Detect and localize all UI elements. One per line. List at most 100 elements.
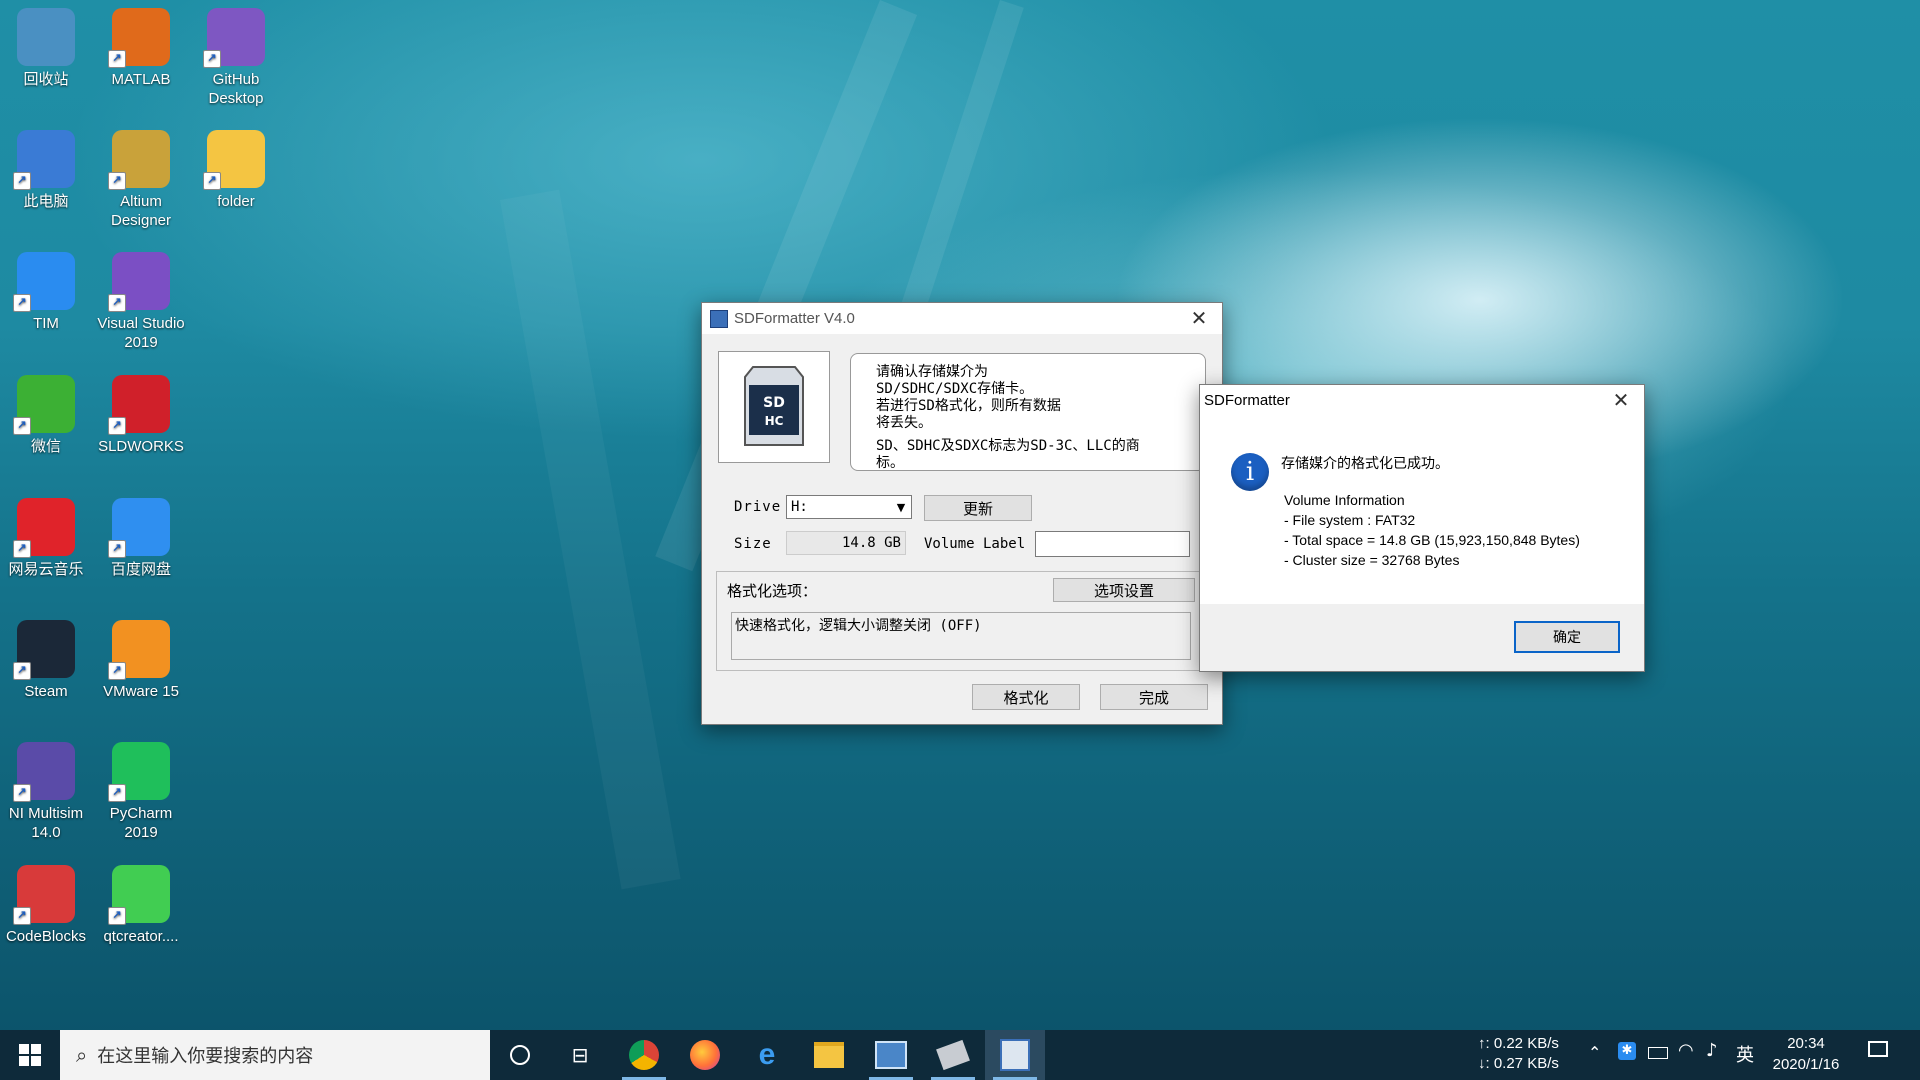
- info-file-system: - File system : FAT32: [1284, 512, 1416, 528]
- notification-icon[interactable]: [1868, 1041, 1888, 1057]
- shortcut-arrow-icon: ↗: [13, 172, 31, 190]
- desktop-icon[interactable]: ↗ 微信: [0, 375, 92, 456]
- shortcut-arrow-icon: ↗: [108, 294, 126, 312]
- cortana-icon[interactable]: [500, 1030, 540, 1080]
- sd-card-image: SD HC: [718, 351, 830, 463]
- options-settings-button[interactable]: 选项设置: [1053, 578, 1195, 602]
- app-icon: ↗: [13, 742, 75, 802]
- desktop-icon[interactable]: ↗ NI Multisim 14.0: [0, 742, 92, 842]
- volume-icon[interactable]: ♪: [1706, 1040, 1718, 1061]
- desktop-icon[interactable]: 回收站: [0, 8, 92, 89]
- dialog-titlebar[interactable]: SDFormatter ✕: [1200, 385, 1644, 416]
- info-title: Volume Information: [1284, 492, 1405, 508]
- app-icon: ↗: [13, 620, 75, 680]
- info-icon: i: [1231, 453, 1269, 491]
- ok-button[interactable]: 确定: [1514, 621, 1620, 653]
- desktop-icon[interactable]: ↗ 网易云音乐: [0, 498, 92, 579]
- app-icon: ↗: [108, 742, 170, 802]
- app-icon: ↗: [108, 620, 170, 680]
- drive-select[interactable]: H: ▼: [786, 495, 912, 519]
- network-speed: ↑: 0.22 KB/s ↓: 0.27 KB/s: [1478, 1034, 1559, 1074]
- success-dialog: SDFormatter ✕ i 存储媒介的格式化已成功。 Volume Info…: [1199, 384, 1645, 672]
- shortcut-arrow-icon: ↗: [108, 784, 126, 802]
- taskbar-edge-icon[interactable]: e: [737, 1030, 797, 1080]
- format-button[interactable]: 格式化: [972, 684, 1080, 710]
- close-icon[interactable]: ✕: [1176, 303, 1222, 334]
- drive-value: H:: [791, 499, 808, 515]
- desktop-icon[interactable]: ↗ folder: [190, 130, 282, 211]
- app-icon: ↗: [108, 375, 170, 435]
- desktop-icon-label: Steam: [24, 683, 68, 700]
- window-title: SDFormatter V4.0: [734, 310, 855, 327]
- chevron-up-icon[interactable]: ⌃: [1588, 1043, 1601, 1062]
- search-placeholder: 在这里输入你要搜索的内容: [97, 1046, 314, 1067]
- taskbar-sdformatter-icon[interactable]: [985, 1030, 1045, 1080]
- taskbar-app-icon[interactable]: [923, 1030, 983, 1080]
- desktop-icon[interactable]: ↗ 百度网盘: [95, 498, 187, 579]
- close-icon[interactable]: ✕: [1598, 385, 1644, 416]
- taskbar-chrome-icon[interactable]: [614, 1030, 674, 1080]
- desktop-icon[interactable]: ↗ 此电脑: [0, 130, 92, 211]
- desktop-icon[interactable]: ↗ SLDWORKS: [95, 375, 187, 456]
- refresh-button[interactable]: 更新: [924, 495, 1032, 521]
- tim-tray-icon[interactable]: ✱: [1618, 1042, 1636, 1060]
- desktop-icon[interactable]: ↗ Visual Studio 2019: [95, 252, 187, 352]
- shortcut-arrow-icon: ↗: [13, 294, 31, 312]
- clock[interactable]: 20:34 2020/1/16: [1768, 1033, 1844, 1075]
- options-group: 格式化选项： 选项设置 快速格式化，逻辑大小调整关闭 (OFF): [716, 571, 1206, 671]
- shortcut-arrow-icon: ↗: [13, 907, 31, 925]
- app-icon: ↗: [108, 252, 170, 312]
- taskbar-firefox-icon[interactable]: [675, 1030, 735, 1080]
- ime-indicator[interactable]: 英: [1736, 1041, 1754, 1067]
- options-text: 快速格式化，逻辑大小调整关闭 (OFF): [731, 612, 1191, 660]
- desktop-icon[interactable]: ↗ GitHub Desktop: [190, 8, 282, 108]
- dialog-title: SDFormatter: [1204, 392, 1290, 409]
- desktop-icon-label: TIM: [33, 315, 59, 332]
- shortcut-arrow-icon: ↗: [108, 417, 126, 435]
- desktop-icon[interactable]: ↗ MATLAB: [95, 8, 187, 89]
- desktop-icon[interactable]: ↗ Altium Designer: [95, 130, 187, 230]
- info-total-space: - Total space = 14.8 GB (15,923,150,848 …: [1284, 532, 1580, 548]
- desktop-icon-label: NI Multisim 14.0: [8, 805, 84, 841]
- notice-box: 请确认存储媒介为 SD/SDHC/SDXC存储卡。 若进行SD格式化，则所有数据…: [850, 353, 1206, 471]
- app-icon: ↗: [203, 130, 265, 190]
- shortcut-arrow-icon: ↗: [13, 417, 31, 435]
- shortcut-arrow-icon: ↗: [108, 540, 126, 558]
- desktop-icon-label: VMware 15: [103, 683, 179, 700]
- start-button[interactable]: [0, 1030, 60, 1080]
- notice-line: 请确认存储媒介为: [876, 364, 988, 380]
- desktop-icon[interactable]: ↗ VMware 15: [95, 620, 187, 701]
- sdformatter-titlebar[interactable]: SDFormatter V4.0 ✕: [702, 303, 1222, 334]
- done-button[interactable]: 完成: [1100, 684, 1208, 710]
- notice-line: SD、SDHC及SDXC标志为SD-3C、LLC的商: [876, 438, 1140, 454]
- desktop-icon[interactable]: ↗ PyCharm 2019: [95, 742, 187, 842]
- taskbar-explorer-icon[interactable]: [799, 1030, 859, 1080]
- shortcut-arrow-icon: ↗: [13, 784, 31, 802]
- app-icon: ↗: [203, 8, 265, 68]
- desktop-icon[interactable]: ↗ TIM: [0, 252, 92, 333]
- wifi-icon[interactable]: ◠: [1678, 1040, 1694, 1061]
- desktop-icon[interactable]: ↗ Steam: [0, 620, 92, 701]
- drive-label: Drive: [734, 499, 782, 515]
- size-label: Size: [734, 536, 772, 552]
- desktop-icon-label: PyCharm 2019: [109, 805, 173, 841]
- desktop-icon[interactable]: ↗ CodeBlocks: [0, 865, 92, 946]
- notice-line: 标。: [876, 455, 904, 471]
- app-icon: [710, 309, 728, 328]
- shortcut-arrow-icon: ↗: [13, 540, 31, 558]
- info-cluster-size: - Cluster size = 32768 Bytes: [1284, 552, 1460, 568]
- shortcut-arrow-icon: ↗: [108, 907, 126, 925]
- size-value: 14.8 GB: [786, 531, 906, 555]
- desktop-icon-label: 百度网盘: [110, 561, 171, 578]
- desktop-icon-label: CodeBlocks: [5, 928, 87, 945]
- shortcut-arrow-icon: ↗: [203, 50, 221, 68]
- desktop-icon-label: SLDWORKS: [98, 438, 184, 455]
- battery-icon[interactable]: [1648, 1047, 1668, 1059]
- desktop-icon[interactable]: ↗ qtcreator....: [95, 865, 187, 946]
- desktop-icon-label: GitHub Desktop: [208, 71, 264, 107]
- task-view-icon[interactable]: ⊟: [560, 1030, 600, 1080]
- app-icon: ↗: [13, 375, 75, 435]
- volume-label-input[interactable]: [1035, 531, 1190, 557]
- taskbar-search[interactable]: ⌕ 在这里输入你要搜索的内容: [60, 1030, 490, 1080]
- taskbar-app-icon[interactable]: [861, 1030, 921, 1080]
